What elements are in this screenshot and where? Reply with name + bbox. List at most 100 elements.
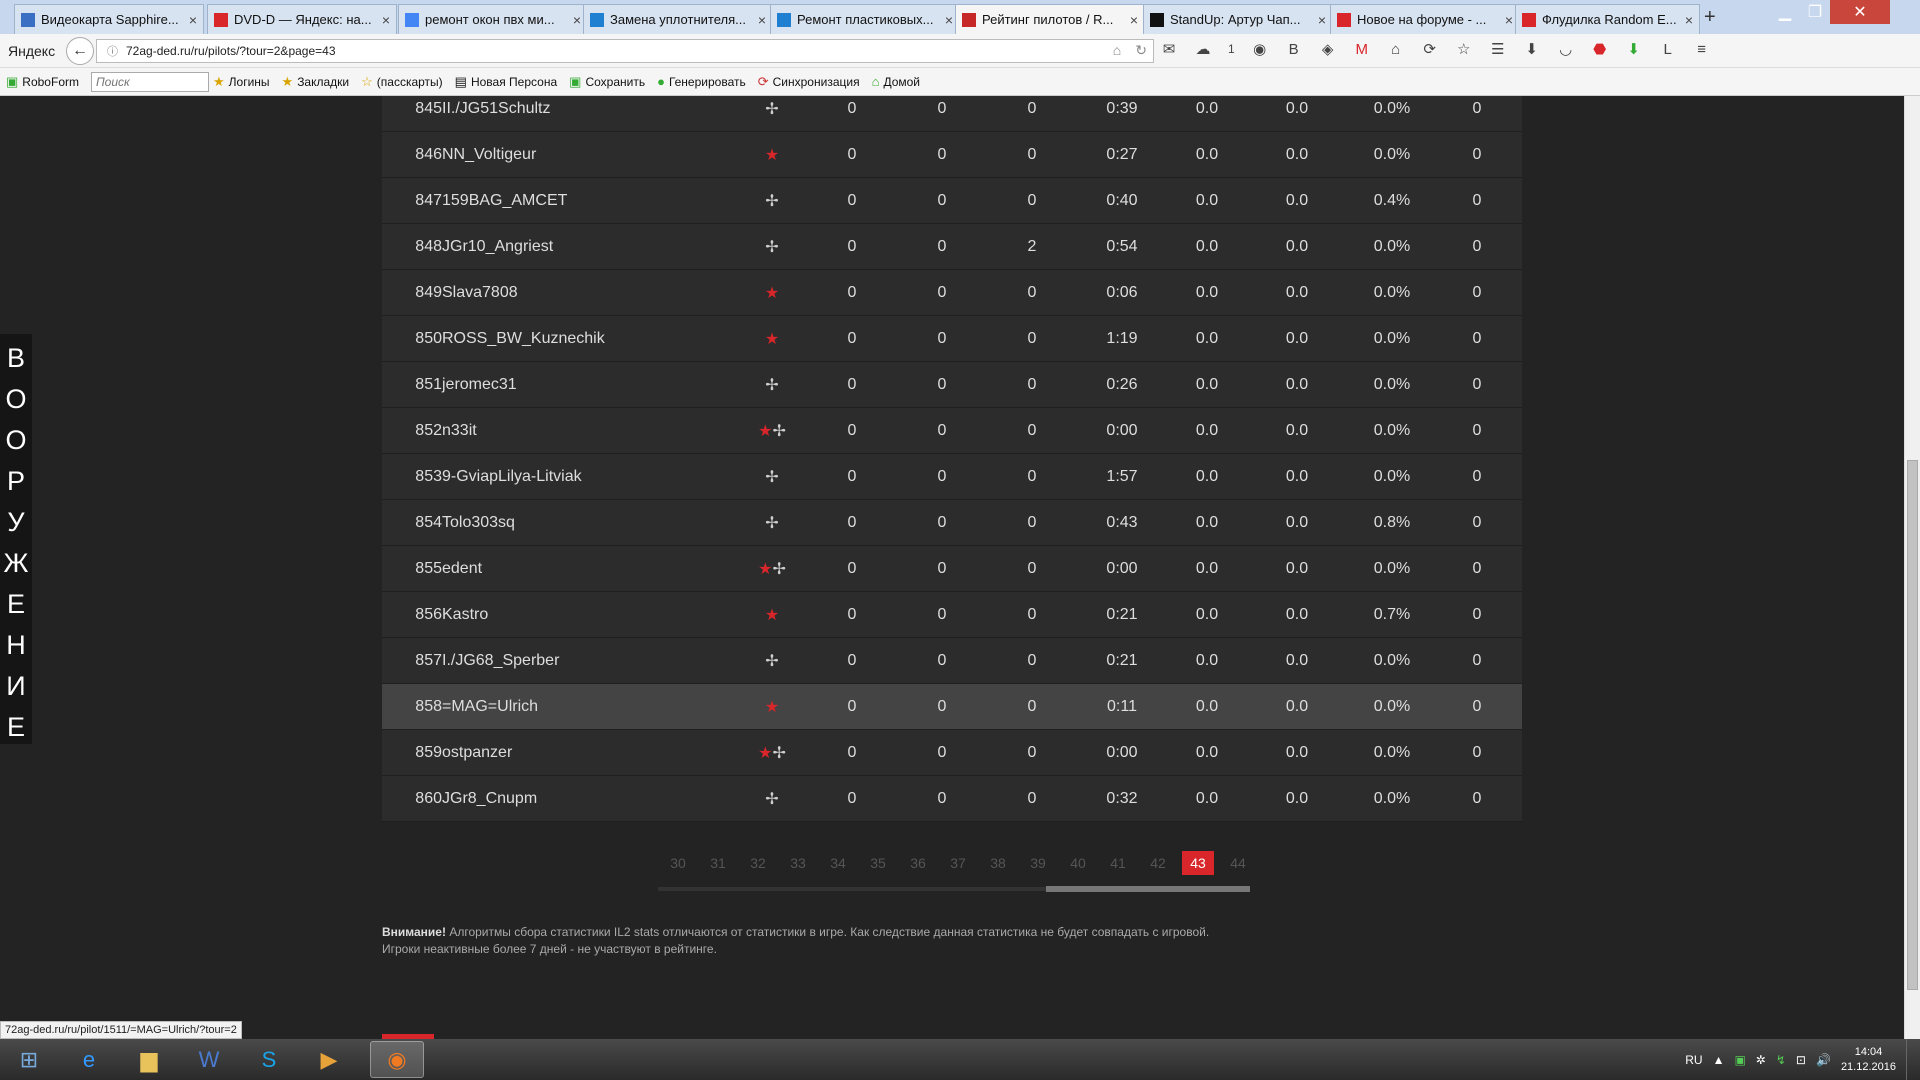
close-window-button[interactable]: ✕ (1830, 0, 1890, 24)
pilot-name-link[interactable]: 9-GviapLilya-Litviak (442, 468, 702, 486)
mail-icon[interactable]: ✉ (1160, 40, 1178, 58)
pagination-scroll-thumb[interactable] (1046, 886, 1250, 892)
side-tab-weapons[interactable]: ВООРУЖЕНИЕ (0, 334, 32, 744)
minimize-button[interactable]: ▁ (1770, 0, 1800, 24)
page-link[interactable]: 30 (658, 851, 698, 875)
page-link[interactable]: 41 (1098, 851, 1138, 875)
pilot-row[interactable]: 847 159BAG_AMCET 0 0 0 0:40 0.0 0.0 0.4% 0 ✢ (382, 178, 1522, 224)
page-link[interactable]: 38 (978, 851, 1018, 875)
home-toolbar-icon[interactable]: ⌂ (1387, 41, 1405, 58)
page-link[interactable]: 40 (1058, 851, 1098, 875)
pilot-row[interactable]: 858 =MAG=Ulrich 0 0 0 0:11 0.0 0.0 0.0% 0 ★ (382, 684, 1522, 730)
tray-settings-icon[interactable]: ✲ (1756, 1053, 1766, 1067)
pilot-name-link[interactable]: =MAG=Ulrich (442, 698, 702, 716)
pilot-name-link[interactable]: JGr10_Angriest (442, 238, 702, 256)
page-link[interactable]: 31 (698, 851, 738, 875)
skype-icon[interactable]: S (242, 1041, 296, 1078)
pilot-name-link[interactable]: edent (442, 560, 702, 578)
sync-icon[interactable]: ⟳ (1421, 40, 1439, 58)
bookmark-folder[interactable]: ★ Закладки (282, 74, 350, 90)
bookmark-star-icon[interactable]: ☆ (1455, 40, 1473, 58)
roboform-menu[interactable]: ▣ RoboForm (6, 74, 79, 90)
pilot-row[interactable]: 856 Kastro 0 0 0 0:21 0.0 0.0 0.7% 0 ★ (382, 592, 1522, 638)
menu-icon[interactable]: ≡ (1693, 41, 1711, 58)
pilot-name-link[interactable]: n33it (442, 422, 702, 440)
download-icon[interactable]: ⬇ (1523, 40, 1541, 58)
pilot-name-link[interactable]: ostpanzer (442, 744, 702, 762)
browser-tab[interactable]: Рейтинг пилотов / R... × (955, 4, 1145, 34)
pilot-row[interactable]: 852 n33it 0 0 0 0:00 0.0 0.0 0.0% 0 ★✢ (382, 408, 1522, 454)
page-link[interactable]: 34 (818, 851, 858, 875)
word-icon[interactable]: W (182, 1041, 236, 1078)
bookmark-save[interactable]: ▣ Сохранить (569, 74, 645, 90)
page-scroll-thumb[interactable] (1907, 460, 1918, 990)
pilot-name-link[interactable]: JGr8_Cnupm (442, 790, 702, 808)
pilot-row[interactable]: 851 jeromec31 0 0 0 0:26 0.0 0.0 0.0% 0 ✢ (382, 362, 1522, 408)
pilot-row[interactable]: 859 ostpanzer 0 0 0 0:00 0.0 0.0 0.0% 0 ★✢ (382, 730, 1522, 776)
page-link[interactable]: 44 (1218, 851, 1258, 875)
clock[interactable]: 14:04 21.12.2016 (1841, 1045, 1896, 1075)
pilot-name-link[interactable]: 159BAG_AMCET (442, 192, 702, 210)
pilot-name-link[interactable]: Slava7808 (442, 284, 702, 302)
cloud-icon[interactable]: ☁ (1194, 40, 1212, 58)
page-link[interactable]: 36 (898, 851, 938, 875)
pilot-row[interactable]: 854 Tolo303sq 0 0 0 0:43 0.0 0.0 0.8% 0 ✢ (382, 500, 1522, 546)
close-tab-icon[interactable]: × (758, 12, 766, 28)
page-current[interactable]: 43 (1182, 851, 1214, 875)
close-tab-icon[interactable]: × (382, 12, 390, 28)
browser-tab[interactable]: Новое на форуме - ... × (1330, 4, 1520, 34)
pocket-icon[interactable]: ◡ (1557, 40, 1575, 58)
firefox-icon[interactable]: ◉ (370, 1041, 424, 1078)
pilot-row[interactable]: 848 JGr10_Angriest 0 0 2 0:54 0.0 0.0 0.0% 0 ✢ (382, 224, 1522, 270)
address-bar[interactable]: ⓘ 72ag-ded.ru/ru/pilots/?tour=2&page=43 … (96, 39, 1154, 63)
pilot-name-link[interactable]: II./JG51Schultz (442, 100, 702, 118)
adblock-icon[interactable]: ⬣ (1591, 40, 1609, 58)
gmail-icon[interactable]: M (1353, 41, 1371, 58)
language-indicator[interactable]: RU (1685, 1053, 1702, 1067)
tray-network-icon[interactable]: ⊡ (1796, 1053, 1806, 1067)
browser-tab[interactable]: Видеокарта Sapphire... × (14, 4, 204, 34)
page-scrollbar[interactable] (1904, 96, 1920, 1039)
pilot-row[interactable]: 845 II./JG51Schultz 0 0 0 0:39 0.0 0.0 0.0% 0 ✢ (382, 96, 1522, 132)
ie-icon[interactable]: e (62, 1041, 116, 1078)
media-icon[interactable]: ▶ (302, 1041, 356, 1078)
browser-tab[interactable]: StandUp: Артур Чап... × (1143, 4, 1333, 34)
coin-icon[interactable]: ◉ (1251, 40, 1269, 58)
tray-torrent-icon[interactable]: ↯ (1776, 1053, 1786, 1067)
tray-expand-icon[interactable]: ▲ (1713, 1053, 1725, 1067)
page-link[interactable]: 37 (938, 851, 978, 875)
tray-app-icon[interactable]: ▣ (1734, 1053, 1745, 1067)
browser-tab[interactable]: DVD-D — Яндекс: на... × (207, 4, 397, 34)
close-tab-icon[interactable]: × (1130, 12, 1138, 28)
browser-tab[interactable]: ремонт окон пвх ми... × (398, 4, 588, 34)
bookmark-new-persona[interactable]: ▤ Новая Персона (455, 74, 557, 90)
close-tab-icon[interactable]: × (945, 12, 953, 28)
close-tab-icon[interactable]: × (1505, 12, 1513, 28)
pilot-name-link[interactable]: jeromec31 (442, 376, 702, 394)
roboform-search-input[interactable] (90, 71, 209, 92)
start-icon[interactable]: ⊞ (2, 1041, 56, 1078)
page-link[interactable]: 35 (858, 851, 898, 875)
bookmark-generate[interactable]: ● Генерировать (657, 74, 746, 89)
pilot-row[interactable]: 857 I./JG68_Sperber 0 0 0 0:21 0.0 0.0 0.0% 0 ✢ (382, 638, 1522, 684)
pilot-name-link[interactable]: ROSS_BW_Kuznechik (442, 330, 702, 348)
page-link[interactable]: 32 (738, 851, 778, 875)
close-tab-icon[interactable]: × (1318, 12, 1326, 28)
pilot-name-link[interactable]: Kastro (442, 606, 702, 624)
ok-icon[interactable]: ◈ (1319, 40, 1337, 58)
pilot-name-link[interactable]: NN_Voltigeur (442, 146, 702, 164)
close-tab-icon[interactable]: × (189, 12, 197, 28)
browser-tab[interactable]: Флудилка Random E... × (1515, 4, 1700, 34)
bookmark-logins[interactable]: ★ Логины (213, 74, 270, 90)
browser-tab[interactable]: Ремонт пластиковых... × (770, 4, 960, 34)
bookmark-sync[interactable]: ⟳ Синхронизация (758, 74, 860, 90)
pilot-row[interactable]: 850 ROSS_BW_Kuznechik 0 0 0 1:19 0.0 0.0 0.0% 0 ★ (382, 316, 1522, 362)
pilot-name-link[interactable]: I./JG68_Sperber (442, 652, 702, 670)
pilot-row[interactable]: 860 JGr8_Cnupm 0 0 0 0:32 0.0 0.0 0.0% 0 ✢ (382, 776, 1522, 822)
home-icon[interactable]: ⌂ (1113, 42, 1121, 59)
explorer-icon[interactable]: ▆ (122, 1041, 176, 1078)
vk-icon[interactable]: В (1285, 41, 1303, 58)
pilot-name-link[interactable]: Tolo303sq (442, 514, 702, 532)
tray-volume-icon[interactable]: 🔊 (1816, 1053, 1831, 1067)
page-link[interactable]: 39 (1018, 851, 1058, 875)
